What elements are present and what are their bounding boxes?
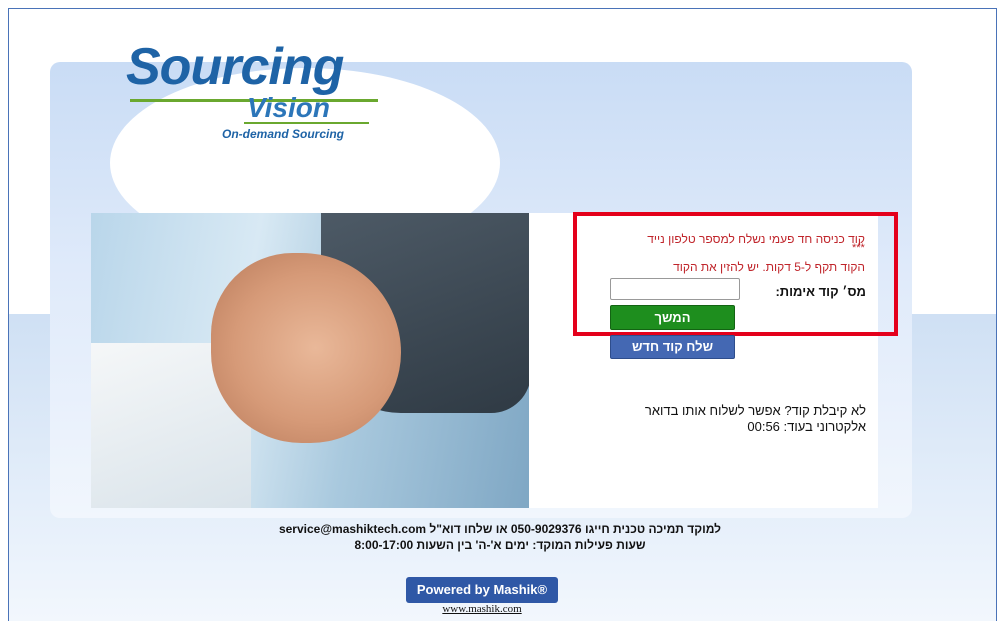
verification-code-label: מס׳ קוד אימות: <box>775 284 866 299</box>
otp-sent-message: קוד כניסה חד פעמי נשלח למספר טלפון נייד <box>647 232 865 246</box>
logo-name: Sourcing <box>126 38 344 96</box>
resend-code-button[interactable]: שלח קוד חדש <box>610 335 735 359</box>
continue-button[interactable]: המשך <box>610 305 735 330</box>
support-hours: שעות פעילות המוקד: ימים א'-ה' בין השעות … <box>354 538 646 552</box>
powered-by-badge[interactable]: Powered by Mashik® <box>406 577 558 603</box>
logo-tagline: On-demand Sourcing <box>222 127 345 141</box>
logo-underline-2 <box>244 122 369 124</box>
handshake-photo-icon <box>91 213 529 508</box>
otp-validity-message: הקוד תקף ל-5 דקות. יש להזין את הקוד <box>673 260 865 274</box>
verification-code-input[interactable] <box>610 278 740 300</box>
masked-phone: *** <box>852 242 865 254</box>
email-fallback-text: לא קיבלת קוד? אפשר לשלוח אותו בדואר אלקט… <box>644 403 866 434</box>
logo-sub: Vision <box>247 92 330 123</box>
mashik-site-link[interactable]: www.mashik.com <box>406 603 558 615</box>
support-contact: למוקד תמיכה טכנית חייגו 050-9029376 או ש… <box>278 522 722 536</box>
